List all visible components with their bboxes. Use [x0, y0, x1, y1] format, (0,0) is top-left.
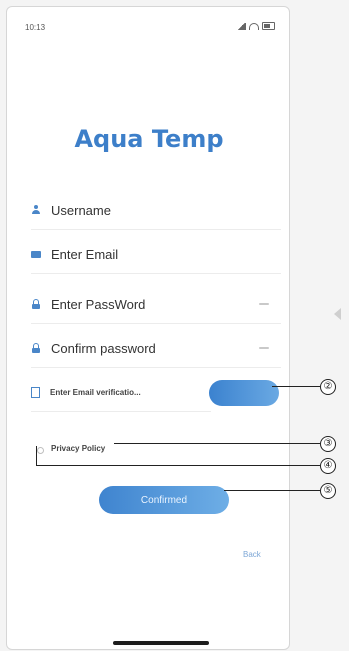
username-field[interactable]: Username	[31, 191, 281, 230]
confirm-password-placeholder: Confirm password	[51, 340, 156, 356]
email-field[interactable]: Enter Email	[31, 235, 281, 274]
app-title: Aqua Temp	[74, 125, 224, 153]
privacy-policy-link[interactable]: Privacy Policy	[51, 444, 105, 453]
home-indicator	[113, 641, 209, 645]
email-placeholder: Enter Email	[51, 246, 119, 262]
privacy-row: Privacy Policy	[51, 444, 105, 453]
document-icon	[31, 386, 40, 398]
callout-3: ③	[320, 436, 336, 452]
password-placeholder: Enter PassWord	[51, 296, 146, 312]
verification-field[interactable]: Enter Email verificatio...	[31, 373, 211, 412]
password-field[interactable]: Enter PassWord	[31, 285, 281, 324]
verification-placeholder: Enter Email verificatio...	[50, 387, 141, 397]
confirm-button[interactable]: Confirmed	[99, 486, 229, 514]
confirm-password-field[interactable]: Confirm password	[31, 329, 281, 368]
user-icon	[31, 205, 41, 215]
battery-icon	[262, 22, 275, 30]
privacy-checkbox[interactable]	[37, 447, 44, 454]
lock-icon	[31, 299, 41, 309]
phone-frame: 10:13 Aqua Temp Username Enter Email Ent…	[6, 6, 290, 650]
callout-leader	[36, 446, 37, 465]
callout-leader	[36, 465, 320, 466]
callout-leader	[272, 386, 320, 387]
callout-leader	[224, 490, 320, 491]
send-code-button[interactable]	[209, 380, 279, 406]
callout-leader	[114, 443, 320, 444]
status-time: 10:13	[25, 23, 46, 32]
eye-icon[interactable]	[259, 347, 269, 349]
side-arrow-icon	[334, 308, 341, 320]
back-link[interactable]: Back	[243, 550, 261, 559]
callout-2: ②	[320, 379, 336, 395]
status-icons	[236, 22, 275, 30]
wifi-icon	[249, 22, 259, 30]
mail-icon	[31, 250, 41, 258]
signal-icon	[236, 22, 246, 30]
callout-4: ④	[320, 458, 336, 474]
lock-icon	[31, 343, 41, 353]
eye-icon[interactable]	[259, 303, 269, 305]
callout-5: ⑤	[320, 483, 336, 499]
username-placeholder: Username	[51, 202, 111, 218]
